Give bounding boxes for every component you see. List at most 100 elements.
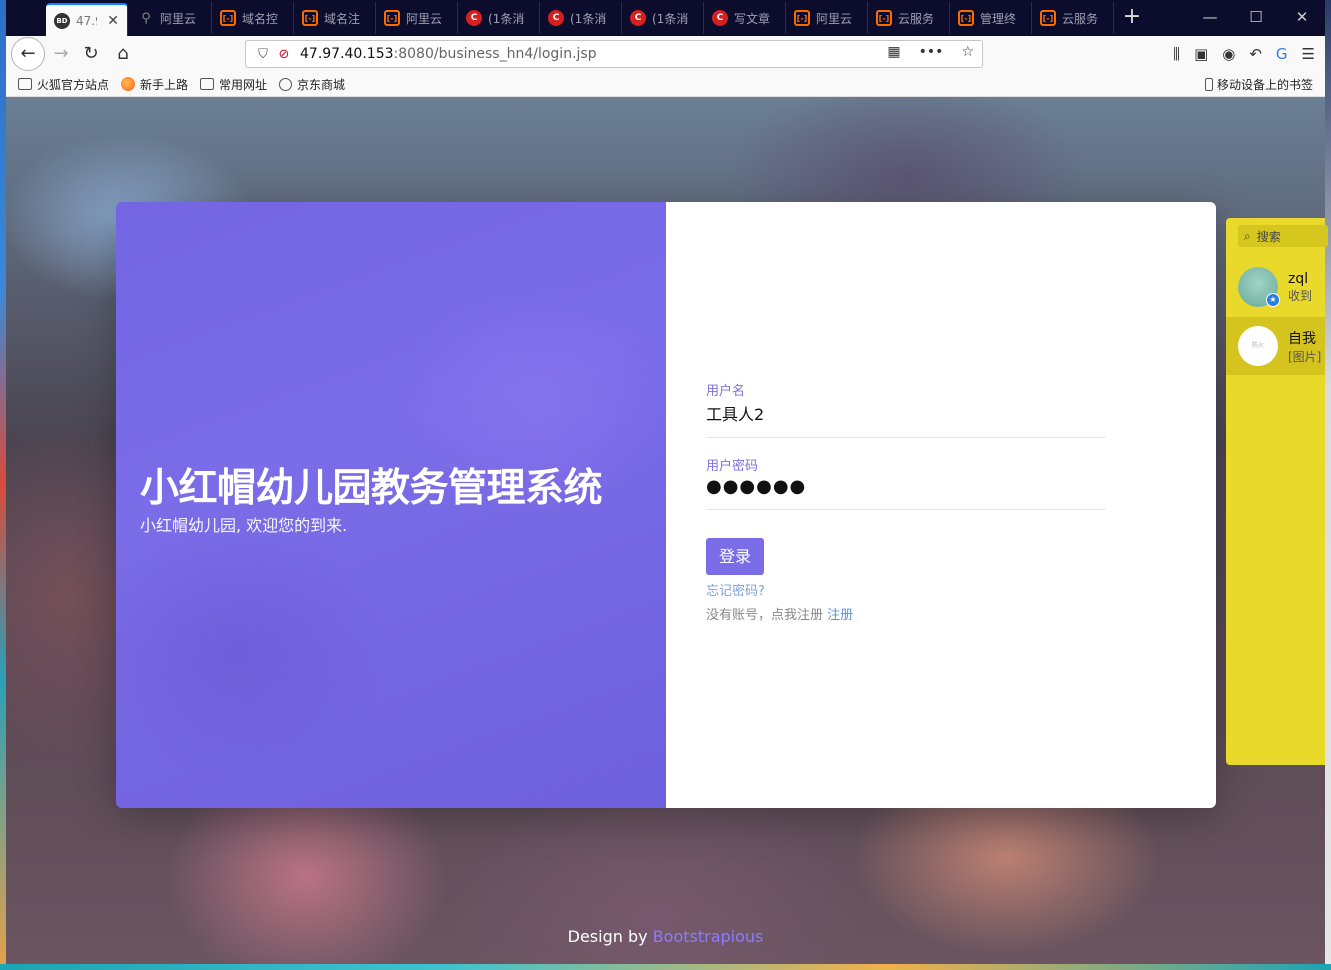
shield-icon[interactable]: ⛉ [252,47,274,62]
username-input[interactable]: 工具人2 [706,401,1106,437]
tab-strip: BD 47.9 ✕ ⚲ 阿里云 [-] 域名控 [-] 域名注 [-] 阿里云 … [6,0,1325,36]
bookmark-item[interactable]: 常用网址 [200,76,267,93]
qr-code-icon[interactable]: ▦ [887,44,900,60]
translate-icon[interactable]: G [1276,45,1288,63]
menu-icon[interactable]: ☰ [1302,45,1315,63]
insecure-lock-icon[interactable]: ⊘ [274,47,294,62]
close-window-button[interactable]: ✕ [1279,0,1325,34]
tab-title: 阿里云 [816,11,853,26]
home-icon: ⌂ [117,43,129,64]
firefox-icon [121,77,136,91]
tab[interactable]: C (1条消 [540,2,622,34]
forward-button[interactable]: → [46,39,76,69]
tab-title: 写文章 [734,11,771,26]
signup-text: 没有账号，点我注册 注册 [706,604,853,623]
aliyun-icon: [-] [384,10,400,26]
mobile-bookmarks[interactable]: 移动设备上的书签 [1204,76,1313,93]
bookmark-label: 新手上路 [140,77,189,92]
bookmark-item[interactable]: 火狐官方站点 [18,76,109,93]
csdn-icon: C [712,10,728,26]
avatar: ★ [1238,267,1280,307]
contact-item-selected[interactable]: 防火 自我 [图片] [1226,317,1325,375]
tab[interactable]: C (1条消 [622,2,704,34]
search-icon: ⌕ [1244,228,1251,243]
password-input[interactable]: ●●●●●● [706,476,1106,509]
bookmark-item[interactable]: 京东商城 [279,76,345,93]
aliyun-icon: ⚲ [141,10,151,26]
username-label: 用户名 [706,384,746,399]
bookmark-label: 常用网址 [219,77,268,92]
page-subtitle: 小红帽幼儿园, 欢迎您的到来. [140,516,348,535]
tab[interactable]: [-] 云服务 [1032,2,1114,34]
aliyun-icon: [-] [220,10,236,26]
folder-icon [200,78,215,90]
aliyun-icon: [-] [302,10,318,26]
aliyun-icon: [-] [1040,10,1056,26]
close-tab-icon[interactable]: ✕ [107,13,119,29]
avatar: 防火 [1238,326,1278,366]
bookmarks-bar: 火狐官方站点 新手上路 常用网址 京东商城 移动设备上的书签 [6,72,1325,97]
account-icon[interactable]: ◉ [1222,45,1235,63]
tab-title: (1条消 [570,11,607,26]
reload-icon: ↻ [83,43,99,64]
tab[interactable]: [-] 域名控 [212,2,294,34]
login-card: 小红帽幼儿园教务管理系统 小红帽幼儿园, 欢迎您的到来. 用户名 工具人2 用户… [116,202,1216,808]
login-form: 用户名 工具人2 用户密码 ●●●●●● 登录 忘记密码? 没有账号，点我注册 … [666,202,1216,808]
tab[interactable]: [-] 云服务 [868,2,950,34]
desktop-edge-right [1325,0,1331,970]
bookmark-star-icon[interactable]: ☆ [961,44,974,60]
password-label: 用户密码 [706,459,759,474]
bookmark-item[interactable]: 新手上路 [121,76,188,93]
folder-icon [18,78,32,90]
phone-icon [1204,78,1213,91]
tab-title: 管理终 [980,11,1017,26]
undo-icon[interactable]: ↶ [1249,45,1262,63]
back-button[interactable]: ← [11,37,45,71]
maximize-button[interactable]: ☐ [1233,0,1279,34]
tab-title: 47.9 [76,13,97,28]
home-button[interactable]: ⌂ [108,39,138,69]
mobile-bookmarks-label: 移动设备上的书签 [1216,78,1313,92]
register-link[interactable]: 注册 [827,608,853,623]
browser-window: BD 47.9 ✕ ⚲ 阿里云 [-] 域名控 [-] 域名注 [-] 阿里云 … [6,0,1325,964]
sidebar-icon[interactable]: ▣ [1194,45,1208,63]
tab[interactable]: [-] 管理终 [950,2,1032,34]
chat-search[interactable]: ⌕ 搜索 [1238,225,1328,247]
no-account-text: 没有账号，点我注册 [706,608,824,623]
tab[interactable]: C (1条消 [458,2,540,34]
contact-name: 自我 [1288,330,1316,347]
minimize-button[interactable]: — [1187,0,1233,34]
page-content: 小红帽幼儿园教务管理系统 小红帽幼儿园, 欢迎您的到来. 用户名 工具人2 用户… [6,97,1325,964]
url-bar[interactable]: ⛉ ⊘ 47.97.40.153:8080/business_hn4/login… [245,40,983,68]
reload-button[interactable]: ↻ [76,39,106,69]
csdn-icon: C [548,10,564,26]
aliyun-icon: [-] [876,10,892,26]
tab-title: (1条消 [488,11,525,26]
tab-title: (1条消 [652,11,689,26]
tab[interactable]: ⚲ 阿里云 [130,2,212,34]
tab-title: 云服务 [1062,11,1099,26]
forgot-password-link[interactable]: 忘记密码? [706,580,765,599]
tab[interactable]: [-] 阿里云 [376,2,458,34]
username-field[interactable]: 用户名 工具人2 [706,380,1106,438]
contact-name: zql [1288,270,1309,287]
tab-active[interactable]: BD 47.9 ✕ [46,3,128,36]
arrow-right-icon: → [53,43,69,64]
password-field[interactable]: 用户密码 ●●●●●● [706,455,1106,510]
url-actions: ▦ ••• ☆ [887,44,974,60]
footer-brand-link[interactable]: Bootstrapious [653,927,764,946]
login-button[interactable]: 登录 [706,538,764,575]
csdn-icon: C [466,10,482,26]
tab[interactable]: C 写文章 [704,2,786,34]
contact-item[interactable]: ★ zql 收到 [1226,258,1325,316]
tab-title: 域名注 [324,11,361,26]
more-actions-icon[interactable]: ••• [919,44,944,60]
library-icon[interactable]: ⫼ [1173,45,1180,63]
arrow-left-icon: ← [20,43,36,64]
url-path: :8080/business_hn4/login.jsp [393,46,597,62]
tab[interactable]: [-] 阿里云 [786,2,868,34]
star-badge-icon: ★ [1266,293,1280,307]
tab[interactable]: [-] 域名注 [294,2,376,34]
tab-title: 阿里云 [406,11,443,26]
new-tab-button[interactable]: + [1118,4,1146,32]
